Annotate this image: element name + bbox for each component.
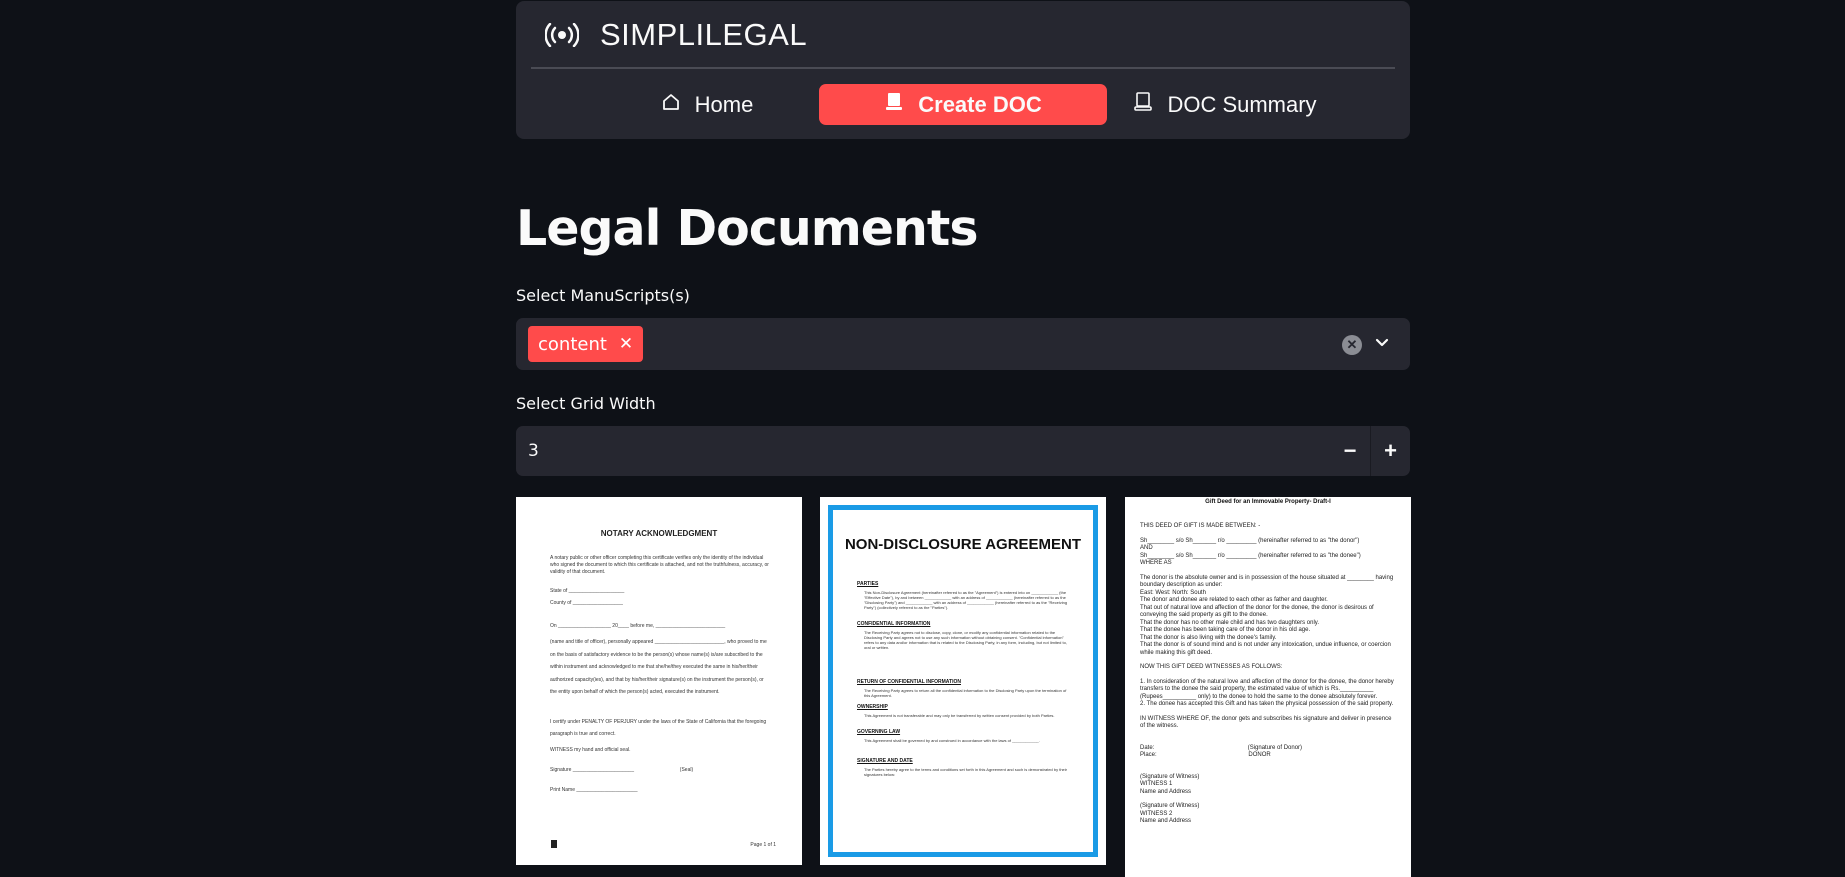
doc-line: Name and Address [1140,788,1192,795]
doc-line: The donor is the absolute owner and is i… [1140,574,1395,589]
selected-tag-label: content [538,333,607,355]
doc-line [1140,738,1398,745]
doc-line: WITNESS 1 [1140,781,1173,787]
manuscripts-label: Select ManuScripts(s) [516,286,690,305]
doc-line [1140,531,1398,538]
doc-section-text: This Agreement shall be governed by and … [864,738,1040,743]
doc-county: County of __________________ [550,600,623,606]
doc-body: THIS DEED OF GIFT IS MADE BETWEEN: - Sh__… [1140,523,1398,826]
doc-section-heading: SIGNATURE AND DATE [857,758,913,764]
doc-line: That the donee has been taking care of t… [1140,627,1311,633]
doc-title: Gift Deed for an Immovable Property- Dra… [1205,499,1331,505]
document-thumbnail-gift-deed[interactable]: Gift Deed for an Immovable Property- Dra… [1125,497,1411,877]
doc-line [1140,796,1398,803]
doc-line: Name and Address [1140,818,1192,824]
house-icon [661,92,681,118]
doc-section-heading: PARTIES [857,581,879,587]
doc-line [1140,731,1398,738]
doc-section-text: The Receiving Party agrees not to disclo… [864,630,1067,650]
doc-section-heading: RETURN OF CONFIDENTIAL INFORMATION [857,679,961,685]
nav-create-doc[interactable]: Create DOC [819,84,1107,125]
doc-line: Sh________ s/o Sh_______ r/o _________ (… [1140,552,1361,559]
doc-line: NOW THIS GIFT DEED WITNESSES AS FOLLOWS: [1140,664,1283,670]
doc-body: (name and title of officer), personally … [550,639,767,695]
decrement-button[interactable]: − [1330,426,1370,476]
doc-line: That the donor is also living with the d… [1140,634,1277,641]
nav-home[interactable]: Home [587,84,827,125]
nav-create-doc-label: Create DOC [918,91,1042,117]
grid-width-input[interactable]: 3 − + [516,426,1410,476]
doc-signature: Signature ______________________ (Seal) [550,767,694,773]
doc-line: 1. In consideration of the natural love … [1140,678,1396,700]
doc-line: (Signature of Witness) [1140,773,1200,780]
document-icon [884,91,904,119]
doc-line: 2. The donee has accepted this Gift and … [1140,701,1394,707]
doc-line: THIS DEED OF GIFT IS MADE BETWEEN: - [1140,523,1261,529]
page-title: Legal Documents [516,200,978,257]
doc-section-text: This Agreement is not transferable and m… [864,713,1055,718]
grid-width-label: Select Grid Width [516,394,656,413]
doc-line [1140,767,1398,774]
doc-line: Date: (Signature of Donor) [1140,744,1303,751]
top-navbar: SIMPLILEGAL Home Create DOC DOC Summary [516,1,1410,139]
doc-witness: WITNESS my hand and official seal. [550,747,631,753]
doc-section-text: The Parties hereby agree to the terms an… [864,767,1067,777]
doc-line: Sh________ s/o Sh_______ r/o _________ (… [1140,537,1360,544]
document-grid: NOTARY ACKNOWLEDGMENT A notary public or… [516,497,1411,877]
brand: SIMPLILEGAL [544,15,807,55]
remove-tag-icon[interactable]: ✕ [619,334,633,354]
nav-doc-summary-label: DOC Summary [1167,91,1317,117]
selected-tag: content ✕ [528,326,644,362]
doc-line: WITNESS 2 [1140,810,1173,817]
nav-home-label: Home [694,91,754,117]
doc-intro: A notary public or other officer complet… [550,555,769,575]
doc-line: That the donor has no other male child a… [1140,619,1320,626]
doc-on: On ___________________ 20____ before me,… [550,623,726,629]
doc-section-heading: CONFIDENTIAL INFORMATION [857,621,931,627]
increment-button[interactable]: + [1370,426,1410,476]
doc-section-heading: GOVERNING LAW [857,729,901,735]
doc-print-name: Print Name ______________________ [550,787,638,793]
app-title: SIMPLILEGAL [600,17,808,52]
doc-line: That the donor is of sound mind and is n… [1140,642,1393,656]
doc-line: IN WITNESS WHERE OF, the donor gets and … [1140,715,1394,730]
broadcast-icon [544,17,580,53]
chevron-down-icon[interactable] [1371,332,1393,354]
document-thumbnail-notary[interactable]: NOTARY ACKNOWLEDGMENT A notary public or… [516,497,802,865]
doc-line [1140,568,1398,575]
doc-line: Place: DONOR [1140,752,1271,758]
doc-section-heading: OWNERSHIP [857,704,888,710]
doc-line: (Signature of Witness) [1140,803,1200,809]
document-thumbnail-nda[interactable]: NON-DISCLOSURE AGREEMENT PARTIES This No… [820,497,1106,865]
doc-line: The donor and donee are related to each … [1140,597,1328,603]
manuscripts-multiselect[interactable]: content ✕ ✕ [516,318,1410,370]
doc-line: That out of natural love and affection o… [1140,604,1376,619]
nav-divider [531,67,1395,69]
doc-section-text: The Receiving Party agrees to return all… [864,688,1067,698]
file-icon [551,840,557,848]
doc-page: Page 1 of 1 [750,842,776,848]
clear-all-icon[interactable]: ✕ [1342,335,1362,355]
nav-doc-summary[interactable]: DOC Summary [1105,84,1345,125]
grid-width-value[interactable]: 3 [528,426,539,476]
doc-title: NON-DISCLOSURE AGREEMENT [844,536,1082,553]
doc-section-text: This Non-Disclosure Agreement (hereinaft… [864,590,1068,610]
doc-line [1140,672,1398,679]
doc-line [1140,709,1398,716]
doc-line [1140,657,1398,664]
doc-perjury: I certify under PENALTY OF PERJURY under… [550,719,767,737]
doc-title: NOTARY ACKNOWLEDGMENT [600,529,718,538]
document-icon [1133,91,1153,119]
doc-line [1140,760,1398,767]
doc-line: WHERE AS [1140,560,1172,566]
doc-line: East: West: North: South [1140,589,1206,596]
doc-line: AND [1140,545,1153,551]
doc-state: State of ____________________ [550,588,625,594]
